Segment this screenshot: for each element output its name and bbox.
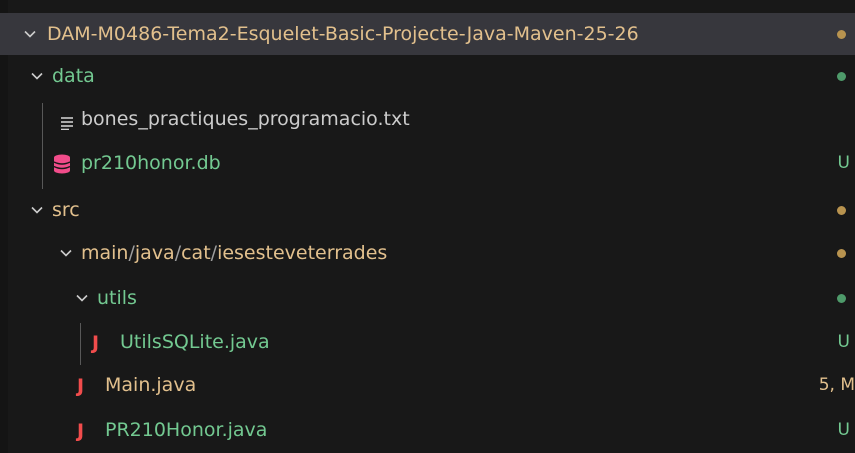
modified-dot-icon: [837, 249, 846, 258]
java-icon: J: [77, 375, 85, 397]
txt-file-label: bones_practiques_programacio.txt: [81, 108, 410, 130]
utils-java-label: UtilsSQLite.java: [120, 331, 270, 353]
problems-modified-badge: 5, M: [818, 375, 855, 395]
chevron-down-icon[interactable]: [30, 69, 44, 83]
tree-item-db-file[interactable]: pr210honor.db U: [0, 142, 855, 184]
modified-dot-icon: [837, 30, 846, 39]
tree-item-main-java-file[interactable]: J Main.java 5, M: [0, 364, 855, 406]
untracked-dot-icon: [837, 72, 846, 81]
chevron-down-icon[interactable]: [75, 291, 89, 305]
chevron-down-icon[interactable]: [23, 27, 37, 41]
tree-item-data-folder[interactable]: data: [0, 55, 855, 97]
untracked-badge: U: [837, 332, 850, 352]
package-segment-java: java: [134, 242, 175, 264]
utils-folder-label: utils: [97, 287, 137, 309]
database-icon: [53, 154, 71, 179]
tree-item-src-folder[interactable]: src: [0, 189, 855, 231]
chevron-down-icon[interactable]: [30, 203, 44, 217]
main-java-label: Main.java: [105, 374, 197, 396]
tree-item-utils-java-file[interactable]: J UtilsSQLite.java U: [0, 321, 855, 363]
package-segment-cat: cat: [181, 242, 211, 264]
java-icon: J: [92, 332, 100, 354]
untracked-dot-icon: [837, 294, 846, 303]
src-folder-label: src: [52, 199, 80, 221]
data-folder-label: data: [52, 65, 95, 87]
modified-dot-icon: [837, 206, 846, 215]
chevron-down-icon[interactable]: [59, 246, 73, 260]
honor-java-label: PR210Honor.java: [105, 419, 268, 441]
text-file-icon: [60, 113, 74, 135]
explorer-panel: DAM-M0486-Tema2-Esquelet-Basic-Projecte-…: [0, 0, 855, 453]
root-folder-label: DAM-M0486-Tema2-Esquelet-Basic-Projecte-…: [47, 23, 639, 45]
db-file-label: pr210honor.db: [81, 152, 221, 174]
tree-item-package-folder[interactable]: main/java/cat/iesesteveterrades: [0, 232, 855, 274]
tree-item-txt-file[interactable]: bones_practiques_programacio.txt: [0, 98, 855, 140]
package-path-label: main/java/cat/iesesteveterrades: [81, 241, 387, 265]
tree-item-honor-java-file[interactable]: J PR210Honor.java U: [0, 409, 855, 451]
package-segment-iesesteveterrades: iesesteveterrades: [217, 242, 388, 264]
untracked-badge: U: [837, 153, 850, 173]
untracked-badge: U: [837, 420, 850, 440]
java-icon: J: [77, 420, 85, 442]
tree-item-root-folder[interactable]: DAM-M0486-Tema2-Esquelet-Basic-Projecte-…: [0, 13, 855, 55]
tree-item-utils-folder[interactable]: utils: [0, 277, 855, 319]
package-segment-main: main: [81, 242, 129, 264]
